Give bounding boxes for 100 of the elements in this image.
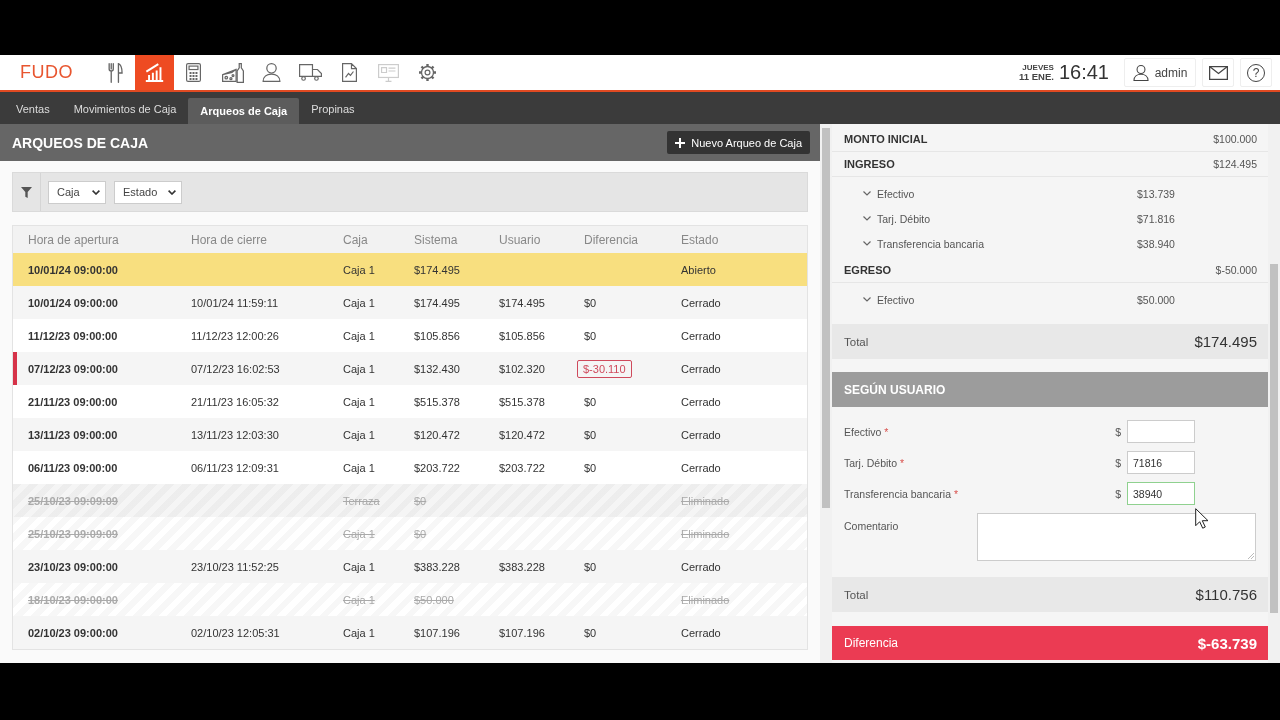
table-cell-text: Cerrado <box>681 329 722 342</box>
person-icon <box>262 63 281 82</box>
table-cell-text: $0 <box>584 560 598 573</box>
table-cell-text: 07/12/23 09:00:00 <box>27 362 119 375</box>
table-cell-text: $0 <box>584 626 598 639</box>
table-cell-text: Caja 1 <box>343 527 376 540</box>
mouse-pointer-icon <box>1195 508 1209 529</box>
column-header: Usuario <box>499 232 542 247</box>
table-cell-text: $0 <box>414 527 428 540</box>
fork-and-knife-icon <box>108 62 123 83</box>
table-cell-text: Caja 1 <box>343 329 376 342</box>
scrollbar[interactable] <box>1268 124 1280 663</box>
table-cell-text: Caja 1 <box>343 395 376 408</box>
table-cell-text: $120.472 <box>499 428 546 441</box>
chevron-down-icon[interactable] <box>863 191 871 196</box>
table-cell-text: $107.196 <box>499 626 546 639</box>
table-cell-text: 10/01/24 11:59:11 <box>191 296 280 309</box>
input-field[interactable]: 71816 <box>1127 451 1195 474</box>
comment-field[interactable] <box>977 513 1256 561</box>
table-cell-text: $174.495 <box>499 296 546 309</box>
table-cell-text: 07/12/23 16:02:53 <box>191 362 281 375</box>
table-cell-text: 23/10/23 11:52:25 <box>191 560 280 573</box>
table-cell-text: 18/10/23 09:00:00 <box>27 593 119 606</box>
table-cell-text: Cerrado <box>681 626 722 639</box>
table-cell-text: Caja 1 <box>343 263 376 276</box>
resize-grip-icon[interactable] <box>1248 553 1254 559</box>
table-cell-text: $0 <box>584 461 598 474</box>
user-button[interactable]: admin <box>1124 58 1196 87</box>
cheese-and-bottle-icon <box>221 62 244 83</box>
table-cell-text: 06/11/23 12:09:31 <box>191 461 280 474</box>
chevron-down-icon[interactable] <box>863 216 871 221</box>
input-field[interactable]: 38940 <box>1127 482 1195 505</box>
chevron-down-icon <box>168 189 176 195</box>
table-cell-text: $0 <box>414 494 428 507</box>
scrollbar-thumb[interactable] <box>822 128 830 508</box>
table-cell-text: Cerrado <box>681 296 722 309</box>
table-cell-text: $105.856 <box>499 329 546 342</box>
table-cell-text: 11/12/23 09:00:00 <box>27 329 119 342</box>
person-icon <box>1132 64 1149 81</box>
table-cell-text: $0 <box>584 329 598 342</box>
clock-time: 16:41 <box>1058 61 1109 84</box>
field-label: Tarj. Débito * <box>844 456 906 469</box>
column-header: Caja <box>343 232 369 247</box>
table-cell-text: $174.495 <box>414 296 461 309</box>
table-cell-text: 02/10/23 12:05:31 <box>191 626 281 639</box>
table-cell-text: 10/01/24 09:00:00 <box>27 296 119 309</box>
table-cell-text: $515.378 <box>414 395 461 408</box>
select-field[interactable]: Estado <box>114 180 182 204</box>
amount: $-50.000 <box>1215 264 1257 276</box>
chevron-down-icon[interactable] <box>863 297 871 302</box>
nav-button[interactable] <box>135 55 174 90</box>
column-header: Sistema <box>414 232 459 247</box>
table-cell-text: $50.000 <box>414 593 455 606</box>
input-field[interactable] <box>1127 420 1195 443</box>
envelope-icon <box>1208 65 1228 80</box>
table-row[interactable]: 10/01/24 09:00:00 10/01/24 11:59:11 Caja 1 $174.495 $174.495 $0 Cerrado <box>13 286 807 319</box>
table-cell-text: Caja 1 <box>343 626 376 639</box>
difference-label: Diferencia <box>844 636 899 650</box>
table-cell-text: Eliminado <box>681 593 731 606</box>
table-cell-text: Caja 1 <box>343 560 376 573</box>
table-cell-text: $0 <box>584 428 598 441</box>
table-cell-text: $383.228 <box>499 560 546 573</box>
nav-tab[interactable]: Ventas <box>4 98 62 124</box>
help-button[interactable]: ? <box>1240 58 1272 87</box>
table-row[interactable]: 02/10/23 09:00:00 02/10/23 12:05:31 Caja 1 $107.196 $107.196 $0 Cerrado <box>13 616 807 649</box>
table-cell-text: $203.722 <box>414 461 461 474</box>
table-row[interactable]: 10/01/24 09:00:00 Caja 1 $174.495 Abierto <box>13 253 807 286</box>
chevron-down-icon[interactable] <box>863 241 871 246</box>
nav-tab[interactable]: Arqueos de Caja <box>188 98 300 124</box>
mail-button[interactable] <box>1202 58 1234 87</box>
total-label: Total <box>844 335 869 348</box>
field-label: Transferencia bancaria * <box>844 487 959 500</box>
table-cell-text: 02/10/23 09:00:00 <box>27 626 119 639</box>
table-cell-text: 25/10/23 09:09:09 <box>27 527 119 540</box>
select-field[interactable]: Caja <box>48 180 106 204</box>
nav-tab[interactable]: Movimientos de Caja <box>61 98 189 124</box>
total-label: Total <box>844 588 869 601</box>
table-row[interactable]: 13/11/23 09:00:00 13/11/23 12:03:30 Caja 1 $120.472 $120.472 $0 Cerrado <box>13 418 807 451</box>
new-count-button[interactable]: Nuevo Arqueo de Caja <box>667 131 810 154</box>
table-cell-text: Abierto <box>681 263 717 276</box>
table-cell-text: Eliminado <box>681 527 731 540</box>
amount: $100.000 <box>1213 133 1257 145</box>
scrollbar-thumb[interactable] <box>1270 264 1278 613</box>
table-cell-text: 11/12/23 12:00:26 <box>191 329 280 342</box>
column-header: Diferencia <box>584 232 640 247</box>
table-cell-text: $383.228 <box>414 560 461 573</box>
nav-tab[interactable]: Propinas <box>299 98 367 124</box>
calculator-icon <box>186 63 201 82</box>
field-label: Comentario <box>844 519 900 532</box>
table-row[interactable]: 07/12/23 09:00:00 07/12/23 16:02:53 Caja 1 $132.430 $102.320 $-30.110 Cerrado <box>13 352 807 385</box>
table-cell-text: Cerrado <box>681 395 722 408</box>
scrollbar[interactable] <box>820 124 832 663</box>
section-title: INGRESO <box>844 158 895 170</box>
chevron-down-icon <box>92 189 100 195</box>
table-cell-text: Cerrado <box>681 428 722 441</box>
table-cell-text: $132.430 <box>414 362 461 375</box>
table-row[interactable]: 23/10/23 09:00:00 23/10/23 11:52:25 Caja 1 $383.228 $383.228 $0 Cerrado <box>13 550 807 583</box>
table-cell-text: Caja 1 <box>343 593 376 606</box>
difference-amount: $-63.739 <box>1197 634 1257 652</box>
table-cell-text: $120.472 <box>414 428 461 441</box>
